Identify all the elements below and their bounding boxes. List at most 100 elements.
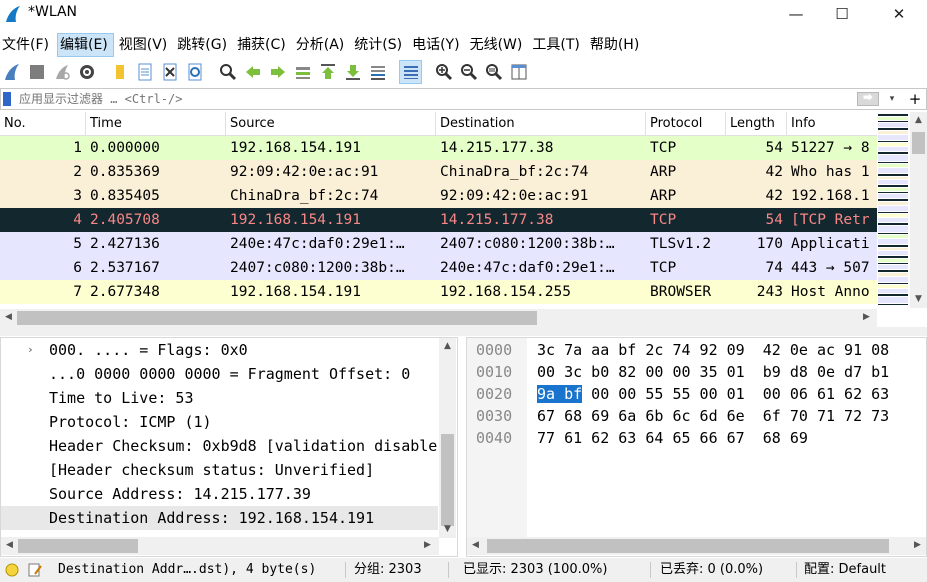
menu-statistics[interactable]: 统计(S) <box>352 33 407 57</box>
column-header-destination[interactable]: Destination <box>436 112 646 136</box>
scroll-left-icon[interactable]: ◀ <box>0 309 17 326</box>
save-file-button[interactable] <box>133 60 156 84</box>
details-vertical-thumb[interactable] <box>441 434 454 526</box>
scroll-up-icon[interactable]: ▲ <box>439 338 456 355</box>
stop-capture-button[interactable] <box>25 60 48 84</box>
document-icon <box>138 63 151 81</box>
detail-line-fragment-offset[interactable]: ...0 0000 0000 0000 = Fragment Offset: 0 <box>1 362 438 386</box>
packet-row[interactable]: 5 2.427136 240e:47c:daf0:29e1:… 2407:c080:1… <box>0 232 877 256</box>
menu-capture[interactable]: 捕获(C) <box>235 33 291 57</box>
open-file-button[interactable] <box>108 60 131 84</box>
hex-row[interactable]: 9a bf 00 00 55 55 00 01 00 06 61 62 63 <box>537 383 889 405</box>
detail-line-ttl[interactable]: Time to Live: 53 <box>1 386 438 410</box>
colorize-button[interactable] <box>399 60 422 84</box>
start-capture-button[interactable] <box>0 60 23 84</box>
add-filter-button[interactable]: + <box>904 89 926 109</box>
close-button[interactable]: ✕ <box>876 0 922 28</box>
column-header-time[interactable]: Time <box>86 112 226 136</box>
hex-bytes: 00 00 55 55 00 01 00 06 61 62 63 <box>582 385 890 403</box>
apply-filter-button[interactable]: ⮕ <box>857 92 879 106</box>
packet-row[interactable]: 7 2.677348 192.168.154.191 192.168.154.255 B… <box>0 280 877 304</box>
minimize-button[interactable]: — <box>773 0 819 28</box>
scroll-down-icon[interactable]: ▼ <box>439 521 456 538</box>
display-filter-input[interactable] <box>15 89 845 109</box>
zoom-out-button[interactable] <box>457 60 480 84</box>
go-forward-button[interactable] <box>266 60 289 84</box>
detail-line-flags[interactable]: › 000. .... = Flags: 0x0 <box>1 338 438 362</box>
menu-tools[interactable]: 工具(T) <box>530 33 584 57</box>
pane-splitter[interactable] <box>0 327 927 336</box>
packet-row[interactable]: 6 2.537167 2407:c080:1200:38b:… 240e:47c:da… <box>0 256 877 280</box>
capture-options-button[interactable] <box>75 60 98 84</box>
detail-line-header-checksum[interactable]: Header Checksum: 0xb9d8 [validation disa… <box>1 434 438 458</box>
menu-edit[interactable]: 编辑(E) <box>56 33 114 57</box>
resize-columns-button[interactable] <box>507 60 530 84</box>
column-header-no[interactable]: No. <box>0 112 86 136</box>
packet-list-vertical-scrollbar[interactable]: ▲ ▼ <box>910 112 927 308</box>
hex-bytes-selected[interactable]: 9a bf <box>537 385 583 403</box>
packet-row[interactable]: 2 0.835369 92:09:42:0e:ac:91 ChinaDra_bf:2c… <box>0 160 877 184</box>
packet-list-horizontal-thumb[interactable] <box>17 311 537 325</box>
packet-row[interactable]: 1 0.000000 192.168.154.191 14.215.177.38 TCP… <box>0 136 877 160</box>
restart-capture-button[interactable] <box>50 60 73 84</box>
packet-row[interactable]: 3 0.835405 ChinaDra_bf:2c:74 92:09:42:0e:ac… <box>0 184 877 208</box>
detail-line-protocol[interactable]: Protocol: ICMP (1) <box>1 410 438 434</box>
status-profile[interactable]: 配置: Default <box>804 558 886 582</box>
minimap-mark <box>878 194 908 198</box>
hex-row[interactable]: 00 3c b0 82 00 00 35 01 b9 d8 0e d7 b1 <box>537 361 889 383</box>
column-header-info[interactable]: Info <box>787 112 877 136</box>
packet-row[interactable]: 4 2.405708 192.168.154.191 14.215.177.38 TCP… <box>0 208 877 232</box>
details-horizontal-thumb[interactable] <box>18 539 138 553</box>
menu-telephony[interactable]: 电话(Y) <box>410 33 464 57</box>
menu-wireless[interactable]: 无线(W) <box>468 33 528 57</box>
hex-row[interactable]: 67 68 69 6a 6b 6c 6d 6e 6f 70 71 72 73 <box>537 405 889 427</box>
auto-scroll-button[interactable] <box>366 60 389 84</box>
scroll-left-icon[interactable]: ◀ <box>1 537 18 554</box>
column-header-protocol[interactable]: Protocol <box>646 112 726 136</box>
scroll-left-icon[interactable]: ◀ <box>467 537 484 554</box>
go-first-packet-button[interactable] <box>316 60 339 84</box>
packet-minimap[interactable] <box>877 112 909 308</box>
scroll-right-icon[interactable]: ▶ <box>858 309 875 326</box>
go-last-packet-button[interactable] <box>341 60 364 84</box>
bytes-horizontal-thumb[interactable] <box>487 539 889 553</box>
filter-history-dropdown[interactable]: ▾ <box>885 90 899 108</box>
go-to-packet-button[interactable] <box>291 60 314 84</box>
packet-list-horizontal-scrollbar[interactable]: ◀ ▶ <box>0 309 877 327</box>
maximize-button[interactable]: ☐ <box>819 0 865 28</box>
minimap-mark <box>878 223 908 225</box>
menu-analyze[interactable]: 分析(A) <box>294 33 350 57</box>
close-file-button[interactable] <box>158 60 181 84</box>
expand-arrow-icon[interactable]: › <box>27 338 34 362</box>
go-back-button[interactable] <box>241 60 264 84</box>
display-filter-bar: ⮕ ▾ + <box>0 88 927 110</box>
bytes-horizontal-scrollbar[interactable]: ◀ ▶ <box>467 537 926 555</box>
zoom-normal-button[interactable] <box>482 60 505 84</box>
expert-info-icon[interactable] <box>5 563 19 577</box>
details-vertical-scrollbar[interactable]: ▲ ▼ <box>439 338 456 538</box>
hex-row[interactable]: 3c 7a aa bf 2c 74 92 09 42 0e ac 91 08 <box>537 339 889 361</box>
scroll-up-icon[interactable]: ▲ <box>910 112 927 129</box>
menu-help[interactable]: 帮助(H) <box>588 33 644 57</box>
zoom-in-button[interactable] <box>432 60 455 84</box>
packet-cell-info: Host Anno <box>791 284 870 300</box>
find-packet-button[interactable] <box>216 60 239 84</box>
menu-view[interactable]: 视图(V) <box>117 33 173 57</box>
scroll-right-icon[interactable]: ▶ <box>909 537 926 554</box>
hex-row[interactable]: 77 61 62 63 64 65 66 67 68 69 <box>537 427 808 449</box>
detail-line-destination-address[interactable]: Destination Address: 192.168.154.191 <box>1 506 438 530</box>
menu-file[interactable]: 文件(F) <box>0 33 54 57</box>
column-header-source[interactable]: Source <box>226 112 436 136</box>
scroll-right-icon[interactable]: ▶ <box>419 537 436 554</box>
reload-file-button[interactable] <box>183 60 206 84</box>
packet-list-vertical-thumb[interactable] <box>912 132 925 154</box>
menu-go[interactable]: 跳转(G) <box>175 33 232 57</box>
details-horizontal-scrollbar[interactable]: ◀ ▶ <box>1 537 439 555</box>
scroll-down-icon[interactable]: ▼ <box>910 291 927 308</box>
minimap-mark <box>878 263 908 264</box>
detail-line-checksum-status[interactable]: [Header checksum status: Unverified] <box>1 458 438 482</box>
detail-line-source-address[interactable]: Source Address: 14.215.177.39 <box>1 482 438 506</box>
column-header-length[interactable]: Length <box>726 112 787 136</box>
bookmark-icon[interactable] <box>3 92 11 106</box>
edit-comment-icon[interactable] <box>27 562 43 578</box>
